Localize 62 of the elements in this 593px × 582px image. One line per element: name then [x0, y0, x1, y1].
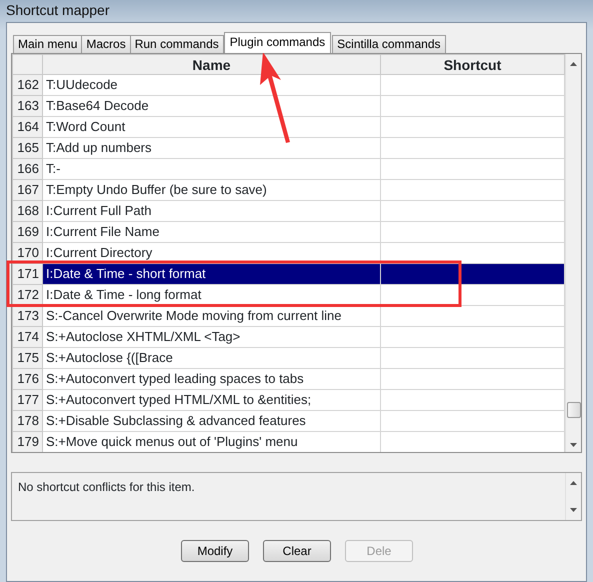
- shortcut-cell[interactable]: [380, 96, 564, 116]
- shortcut-cell[interactable]: [380, 222, 564, 242]
- scroll-down-icon[interactable]: [570, 443, 577, 447]
- shortcut-cell[interactable]: [380, 410, 564, 432]
- tab[interactable]: Plugin commands: [224, 32, 332, 53]
- window-title: Shortcut mapper: [5, 1, 110, 20]
- row-number: 174: [12, 326, 42, 348]
- shortcut-cell[interactable]: [380, 116, 564, 138]
- scroll-down-icon[interactable]: [570, 508, 577, 512]
- column-header[interactable]: Name: [42, 54, 380, 74]
- dialog-button[interactable]: Clear: [263, 540, 331, 562]
- shortcut-cell[interactable]: [380, 200, 564, 222]
- shortcut-cell[interactable]: [380, 180, 564, 200]
- tab[interactable]: Scintilla commands: [332, 35, 446, 53]
- command-cell[interactable]: S:+Autoclose XHTML/XML <Tag>: [42, 326, 380, 348]
- shortcut-cell[interactable]: [380, 326, 564, 348]
- row-number: 167: [12, 180, 42, 200]
- corner-header: [12, 54, 42, 74]
- conflicts-text: No shortcut conflicts for this item.: [17, 479, 196, 496]
- row-number: 177: [12, 390, 42, 410]
- shortcut-cell[interactable]: [380, 138, 564, 158]
- command-cell[interactable]: S:+Autoconvert typed HTML/XML to &entities;: [42, 390, 380, 410]
- tab[interactable]: Main menu: [13, 35, 82, 53]
- row-number: 173: [12, 306, 42, 326]
- dialog-button[interactable]: Modify: [181, 540, 249, 562]
- scrollbar[interactable]: [565, 54, 581, 452]
- shortcut-cell[interactable]: [380, 368, 564, 390]
- row-number: 164: [12, 116, 42, 138]
- scroll-thumb[interactable]: [566, 402, 580, 418]
- column-header[interactable]: Shortcut: [380, 54, 564, 74]
- row-number: 162: [12, 74, 42, 96]
- scroll-up-icon[interactable]: [570, 62, 577, 66]
- row-number: 168: [12, 200, 42, 222]
- row-number: 176: [12, 368, 42, 390]
- command-cell[interactable]: S:+Autoclose {([Brace: [42, 348, 380, 368]
- row-number: 171: [12, 264, 42, 284]
- command-cell[interactable]: S:+Disable Subclassing & advanced features: [42, 410, 380, 432]
- row-number: 175: [12, 348, 42, 368]
- row-number: 172: [12, 284, 42, 306]
- command-cell[interactable]: T:Add up numbers: [42, 138, 380, 158]
- command-cell[interactable]: I:Current Full Path: [42, 200, 380, 222]
- row-number: 166: [12, 158, 42, 180]
- shortcut-cell[interactable]: [380, 264, 564, 284]
- shortcut-cell[interactable]: [380, 348, 564, 368]
- command-cell[interactable]: I:Date & Time - short format: [42, 264, 380, 284]
- command-cell[interactable]: S:+Autoconvert typed leading spaces to tabs: [42, 368, 380, 390]
- row-number: 179: [12, 432, 42, 452]
- row-number: 178: [12, 410, 42, 432]
- shortcut-cell[interactable]: [380, 306, 564, 326]
- shortcut-cell[interactable]: [380, 74, 564, 96]
- command-cell[interactable]: T:Empty Undo Buffer (be sure to save): [42, 180, 380, 200]
- command-cell[interactable]: S:-Cancel Overwrite Mode moving from current line: [42, 306, 380, 326]
- command-cell[interactable]: I:Current File Name: [42, 222, 380, 242]
- row-number: 165: [12, 138, 42, 158]
- row-number: 169: [12, 222, 42, 242]
- tab[interactable]: Macros: [81, 35, 131, 53]
- shortcut-cell[interactable]: [380, 390, 564, 410]
- tab[interactable]: Run commands: [130, 35, 224, 53]
- row-number: 163: [12, 96, 42, 116]
- command-cell[interactable]: T:-: [42, 158, 380, 180]
- shortcut-cell[interactable]: [380, 158, 564, 180]
- scroll-up-icon[interactable]: [570, 481, 577, 485]
